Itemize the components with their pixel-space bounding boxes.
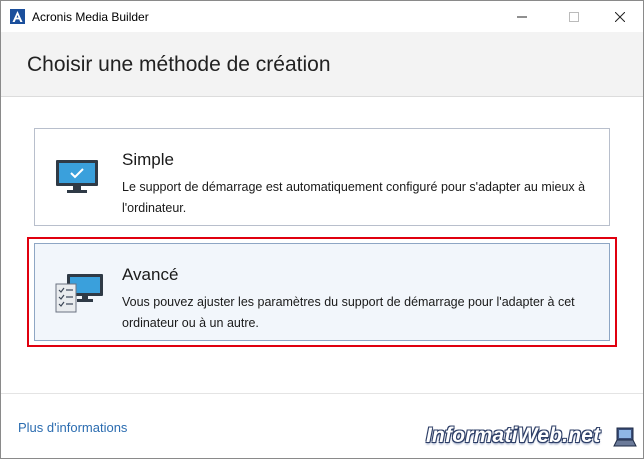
title-bar[interactable]: Acronis Media Builder: [1, 1, 643, 32]
close-icon: [615, 11, 625, 22]
option-simple[interactable]: Simple Le support de démarrage est autom…: [34, 128, 610, 226]
page-header: Choisir une méthode de création: [1, 32, 643, 97]
option-simple-description: Le support de démarrage est automatiquem…: [122, 180, 586, 215]
maximize-icon: [569, 11, 579, 22]
watermark-text: InformatiWeb.net: [426, 424, 601, 447]
app-window: Acronis Media Builder Choisir une méthod…: [0, 0, 644, 459]
options-panel: Simple Le support de démarrage est autom…: [1, 97, 643, 393]
option-simple-title: Simple: [122, 150, 174, 169]
maximize-button[interactable]: [551, 1, 597, 32]
page-title: Choisir une méthode de création: [27, 53, 331, 76]
monitor-check-icon: [55, 159, 99, 200]
acronis-logo-icon: [10, 9, 25, 24]
monitor-checklist-icon: [55, 274, 105, 323]
more-info-link[interactable]: Plus d'informations: [18, 420, 127, 435]
window-title: Acronis Media Builder: [32, 10, 149, 24]
minimize-icon: [517, 16, 527, 17]
minimize-button[interactable]: [499, 1, 545, 32]
option-advanced-description: Vous pouvez ajuster les paramètres du su…: [122, 295, 575, 330]
option-advanced-title: Avancé: [122, 265, 179, 284]
close-button[interactable]: [597, 1, 643, 32]
footer: Plus d'informations InformatiWeb.net: [1, 393, 643, 458]
laptop-icon: [613, 426, 637, 453]
option-advanced[interactable]: Avancé Vous pouvez ajuster les paramètre…: [34, 243, 610, 341]
